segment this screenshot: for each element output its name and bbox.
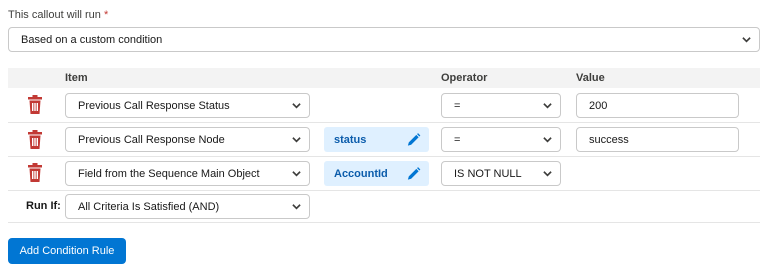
value-input-text: 200 [589, 99, 608, 112]
operator-select-value: = [454, 99, 461, 112]
item-select[interactable]: Field from the Sequence Main Object [65, 161, 310, 186]
row-divider [8, 156, 760, 157]
chevron-down-icon [292, 135, 301, 144]
header-item: Item [65, 72, 88, 84]
item-select-value: Previous Call Response Status [78, 99, 230, 112]
operator-select-value: = [454, 133, 461, 146]
item-select[interactable]: Previous Call Response Status [65, 93, 310, 118]
chevron-down-icon [292, 202, 301, 211]
operator-select[interactable]: = [441, 127, 561, 152]
conditions-table-header [8, 68, 760, 88]
field-pill[interactable]: status [324, 127, 429, 152]
value-input[interactable]: success [576, 127, 739, 152]
row-divider [8, 122, 760, 123]
run-if-select-value: All Criteria Is Satisfied (AND) [78, 200, 220, 213]
row-divider [8, 222, 760, 223]
item-select-value: Field from the Sequence Main Object [78, 167, 260, 180]
chevron-down-icon [543, 135, 552, 144]
pencil-edit-icon[interactable] [406, 166, 421, 181]
operator-select-value: IS NOT NULL [454, 167, 522, 180]
field-pill[interactable]: AccountId [324, 161, 429, 186]
pencil-edit-icon[interactable] [406, 132, 421, 147]
operator-select[interactable]: IS NOT NULL [441, 161, 561, 186]
chevron-down-icon [292, 169, 301, 178]
chevron-down-icon [543, 169, 552, 178]
run-mode-select[interactable]: Based on a custom condition [8, 27, 760, 52]
value-input[interactable]: 200 [576, 93, 739, 118]
header-operator: Operator [441, 72, 488, 84]
header-value: Value [576, 72, 605, 84]
delete-row-trash-icon[interactable] [27, 130, 43, 150]
run-if-select[interactable]: All Criteria Is Satisfied (AND) [65, 194, 310, 219]
field-pill-label: status [334, 133, 367, 146]
chevron-down-icon [742, 35, 751, 44]
item-select-value: Previous Call Response Node [78, 133, 225, 146]
chevron-down-icon [543, 101, 552, 110]
callout-run-label-text: This callout will run [8, 9, 101, 21]
required-marker: * [103, 9, 109, 21]
run-mode-value: Based on a custom condition [21, 33, 163, 46]
run-if-label: Run If: [26, 200, 61, 212]
delete-row-trash-icon[interactable] [27, 163, 43, 183]
chevron-down-icon [292, 101, 301, 110]
row-divider [8, 190, 760, 191]
add-condition-rule-label: Add Condition Rule [19, 245, 115, 257]
item-select[interactable]: Previous Call Response Node [65, 127, 310, 152]
operator-select[interactable]: = [441, 93, 561, 118]
field-pill-label: AccountId [334, 167, 388, 180]
delete-row-trash-icon[interactable] [27, 95, 43, 115]
callout-run-label: This callout will run * [8, 9, 108, 21]
value-input-text: success [589, 133, 629, 146]
add-condition-rule-button[interactable]: Add Condition Rule [8, 238, 126, 264]
